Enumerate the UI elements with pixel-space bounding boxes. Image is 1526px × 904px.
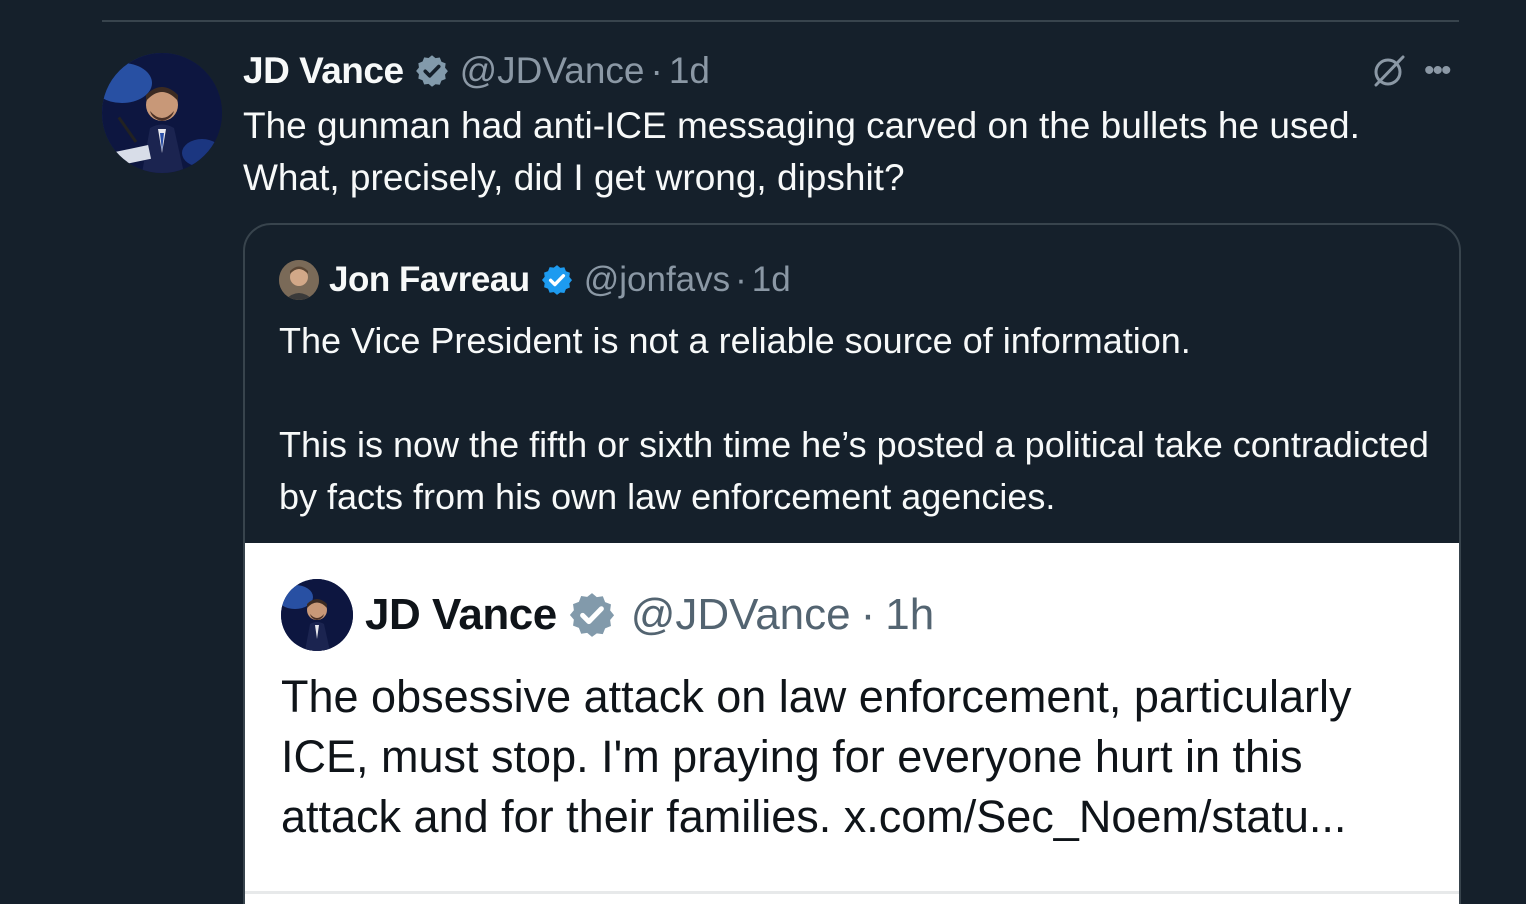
author-handle[interactable]: @JDVance xyxy=(460,50,645,92)
divider xyxy=(245,891,1459,894)
quoted-timestamp[interactable]: 1d xyxy=(752,260,791,300)
embedded-author-avatar xyxy=(281,579,353,651)
embedded-screenshot-image[interactable]: JD Vance @JDVance · 1h The obsessive att… xyxy=(245,543,1459,904)
quoted-author-avatar[interactable] xyxy=(279,260,319,300)
tweet-header: JD Vance @JDVance · 1d xyxy=(243,46,710,96)
quoted-tweet-text: The Vice President is not a reliable sou… xyxy=(279,315,1429,523)
verified-badge-icon xyxy=(569,593,614,637)
quoted-tweet-card[interactable]: Jon Favreau @jonfavs · 1d The Vice Presi… xyxy=(243,223,1461,904)
author-avatar[interactable] xyxy=(102,53,222,173)
author-name[interactable]: JD Vance xyxy=(243,50,404,92)
grok-icon[interactable] xyxy=(1370,52,1408,90)
divider xyxy=(102,20,1459,22)
timestamp[interactable]: 1d xyxy=(669,50,710,92)
more-options-icon[interactable]: ••• xyxy=(1424,56,1458,86)
verified-badge-icon xyxy=(415,55,448,87)
separator-dot: · xyxy=(735,260,747,299)
separator-dot: · xyxy=(650,50,663,91)
embedded-timestamp: 1h xyxy=(885,590,935,639)
embedded-author-name: JD Vance xyxy=(365,590,557,639)
embedded-tweet-text: The obsessive attack on law enforcement,… xyxy=(281,671,1352,842)
tweet-text: The gunman had anti-ICE messaging carved… xyxy=(243,105,1360,198)
verified-badge-icon xyxy=(541,265,572,295)
separator-dot: · xyxy=(860,590,876,639)
embedded-author-handle: @JDVance xyxy=(630,590,851,639)
quoted-author-name[interactable]: Jon Favreau xyxy=(329,260,530,300)
quoted-tweet-header: Jon Favreau @jonfavs · 1d xyxy=(279,258,791,302)
quoted-author-handle[interactable]: @jonfavs xyxy=(584,260,730,300)
timeline-view: JD Vance @JDVance · 1d ••• The gunman ha… xyxy=(0,0,1526,904)
embedded-tweet-header: JD Vance @JDVance · 1h xyxy=(281,579,934,651)
quoted-paragraph: The Vice President is not a reliable sou… xyxy=(279,320,1191,361)
quoted-paragraph: This is now the fifth or sixth time he’s… xyxy=(279,424,1429,517)
